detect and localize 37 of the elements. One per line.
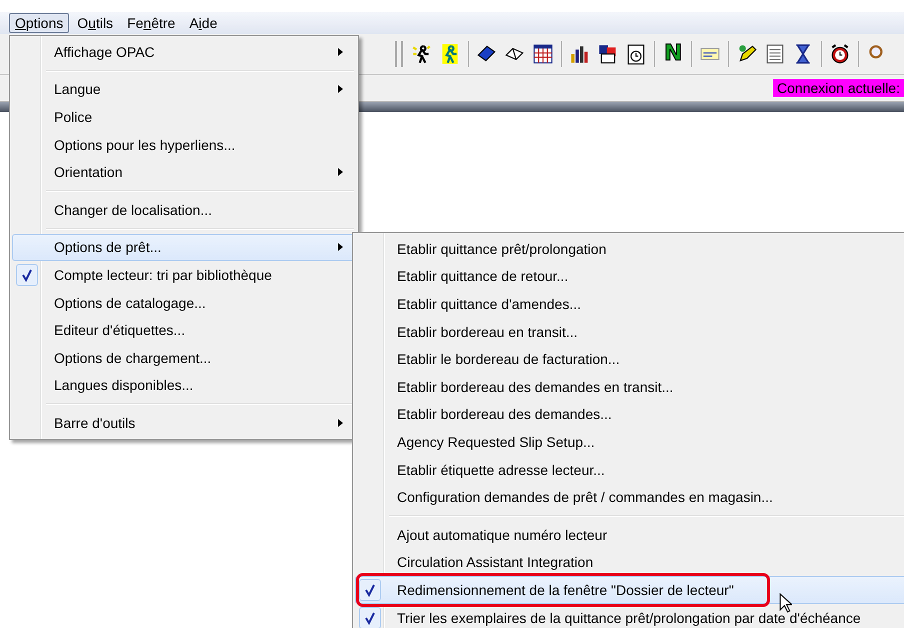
menu-item[interactable]: Trier les exemplaires de la quittance prêt/prolongation par date d'échéance [355, 604, 904, 628]
menu-item[interactable]: Etablir bordereau des demandes en transit... [355, 372, 904, 401]
menu-item[interactable]: Compte lecteur: tri par bibliothèque [12, 261, 356, 289]
menu-item[interactable]: Etablir quittance de retour... [355, 262, 904, 290]
menu-item[interactable]: Editeur d'étiquettes... [12, 316, 356, 344]
menu-item[interactable]: Options pour les hyperliens... [12, 130, 356, 158]
connection-label: Connexion actuelle: [773, 79, 904, 97]
menu-item[interactable]: Etablir bordereau en transit... [355, 318, 904, 346]
menu-item[interactable]: Langues disponibles... [12, 372, 356, 400]
menu-bar-item[interactable]: Fenêtre [121, 13, 182, 33]
menu-item[interactable]: Etablir quittance prêt/prolongation [355, 235, 904, 263]
mouse-pointer-icon [779, 593, 792, 613]
menu-item[interactable]: Orientation [12, 158, 356, 186]
menu-item[interactable]: Police [12, 103, 356, 131]
menu-item[interactable]: Etablir bordereau des demandes... [355, 400, 904, 428]
menu-item[interactable]: Langue [12, 76, 356, 104]
menu-item[interactable]: Changer de localisation... [12, 196, 356, 224]
menu-item[interactable]: Options de catalogage... [12, 288, 356, 316]
clock-icon[interactable] [625, 43, 647, 65]
menu-bar-item[interactable]: Outils [71, 13, 120, 33]
menu-item[interactable]: Options de chargement... [12, 344, 356, 372]
menu-item[interactable]: Etablir le bordereau de facturation... [355, 345, 904, 373]
menu-item[interactable]: Etablir quittance d'amendes... [355, 290, 904, 318]
toolbar-grip[interactable] [395, 41, 403, 67]
menu-item[interactable]: Ajout automatique numéro lecteur [355, 520, 904, 549]
menu-item[interactable]: Configuration demandes de prêt / commandes en magasin... [355, 483, 904, 511]
running-figure-icon[interactable] [411, 43, 433, 65]
menu-item[interactable]: Barre d'outils [12, 409, 356, 437]
menu-item[interactable]: Circulation Assistant Integration [355, 548, 904, 576]
calendar-icon[interactable] [532, 43, 554, 65]
menu-item[interactable]: Affichage OPAC [12, 38, 356, 66]
menu-item[interactable]: Redimensionnement de la fenêtre "Dossier de lecteur" [355, 576, 904, 604]
menu-item[interactable]: Agency Requested Slip Setup... [355, 428, 904, 456]
menu-bar-item[interactable]: Options [9, 13, 70, 33]
menu-item[interactable]: Etablir étiquette adresse lecteur... [355, 456, 904, 484]
list-icon[interactable] [764, 43, 786, 65]
menu-bar-item[interactable]: Aide [183, 13, 224, 33]
